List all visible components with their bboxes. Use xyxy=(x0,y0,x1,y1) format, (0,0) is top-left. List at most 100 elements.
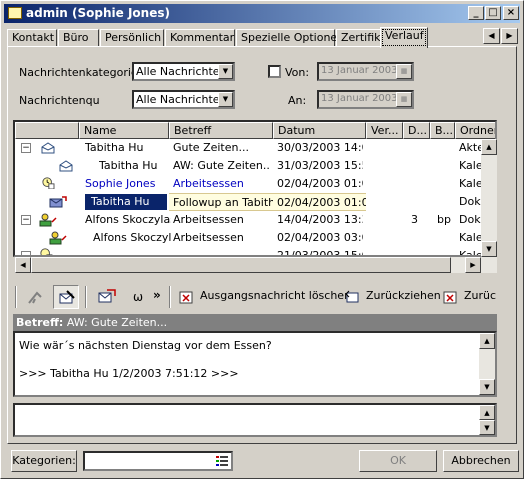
row-subject: AW: Gute Zeiten... xyxy=(173,159,271,172)
forward-mail-icon[interactable] xyxy=(97,288,117,306)
scroll-left-icon[interactable]: ◀ xyxy=(15,257,31,273)
note-scrollbar[interactable]: ▲ ▼ xyxy=(479,405,495,435)
categories-field[interactable] xyxy=(83,451,233,471)
column-header-date[interactable]: Datum xyxy=(273,122,366,139)
category-value: Alle Nachrichten xyxy=(136,65,227,78)
source-label: Nachrichtenqu xyxy=(19,94,100,107)
column-header-subject[interactable]: Betreff xyxy=(169,122,273,139)
tab-spezielle-optionen[interactable]: Spezielle Optionen xyxy=(236,29,344,47)
table-row[interactable]: − Tabitha Hu Gute Zeiten... 30/03/2003 1… xyxy=(15,139,495,157)
sent-mail-icon xyxy=(49,196,67,208)
calendar-icon[interactable]: ▦ xyxy=(396,92,412,107)
column-header-folder[interactable]: Ordner xyxy=(455,122,495,139)
row-name: Tabitha Hu xyxy=(84,193,168,211)
window-title: admin (Sophie Jones) xyxy=(26,6,170,20)
delete-outgoing-icon xyxy=(179,291,193,304)
opened-mail-icon xyxy=(59,160,73,172)
row-date: 02/04/2003 01:0 xyxy=(277,177,363,190)
chevron-down-icon[interactable]: ▼ xyxy=(218,92,233,107)
column-header-name[interactable]: Name xyxy=(79,122,169,139)
back-button[interactable]: Zurück xyxy=(461,285,497,309)
scroll-up-icon[interactable]: ▲ xyxy=(479,405,495,420)
collapse-icon[interactable]: − xyxy=(21,215,31,225)
retract-button[interactable]: Zurückziehen xyxy=(363,285,444,309)
column-header-ver[interactable]: Ver... xyxy=(366,122,403,139)
minimize-button[interactable]: _ xyxy=(468,6,484,20)
appointment-icon xyxy=(40,248,53,255)
from-date-checkbox[interactable] xyxy=(268,65,281,78)
column-header-icon[interactable] xyxy=(15,122,79,139)
row-b: bp xyxy=(437,213,451,226)
column-header-b[interactable]: B... xyxy=(430,122,455,139)
list-icon[interactable] xyxy=(216,455,228,467)
source-select[interactable]: Alle Nachrichten ▼ xyxy=(132,90,235,109)
category-select[interactable]: Alle Nachrichten ▼ xyxy=(132,62,235,81)
collapse-icon[interactable]: − xyxy=(21,143,31,153)
row-date: 02/04/2003 01:0 xyxy=(273,193,366,211)
table-row[interactable]: Sophie Jones Arbeitsessen 02/04/2003 01:… xyxy=(15,175,495,193)
tab-persoenlich[interactable]: Persönlich xyxy=(100,29,164,47)
from-label: Von: xyxy=(285,66,310,79)
scroll-down-icon[interactable]: ▼ xyxy=(479,420,495,435)
list-horizontal-scrollbar[interactable]: ◀ ▶ xyxy=(15,257,497,273)
categories-button[interactable]: Kategorien: xyxy=(11,450,77,472)
row-date: 21/03/2003 15:0 xyxy=(277,249,363,257)
toolbar-separator xyxy=(169,286,171,308)
message-body[interactable]: Wie wär´s nächsten Dienstag vor dem Esse… xyxy=(13,331,497,397)
body-scrollbar[interactable]: ▲ ▼ xyxy=(479,333,495,395)
task-sent-icon xyxy=(49,231,67,245)
toolbar-grip xyxy=(15,286,17,308)
note-field[interactable]: ▲ ▼ xyxy=(13,403,497,437)
row-name: Tabitha Hu xyxy=(99,159,158,172)
row-name: Tabitha Hu xyxy=(85,141,144,154)
row-name: Alfons Skoczylas xyxy=(85,213,171,226)
maximize-button[interactable]: □ xyxy=(485,6,501,20)
from-date-field[interactable]: 13 Januar 2003 ▦ xyxy=(317,62,414,81)
row-subject: Gute Zeiten... xyxy=(173,141,249,154)
scroll-down-icon[interactable]: ▼ xyxy=(479,379,495,395)
row-name: Sophie Jones xyxy=(85,177,156,190)
to-label: An: xyxy=(288,94,307,107)
tab-kommentar[interactable]: Kommentar xyxy=(165,29,235,47)
subject-value: AW: Gute Zeiten... xyxy=(66,316,168,329)
chevron-down-icon[interactable]: ▼ xyxy=(218,64,233,79)
tab-verlauf[interactable]: Verlauf xyxy=(380,27,428,48)
tab-buero[interactable]: Büro xyxy=(58,29,99,47)
column-header-d[interactable]: D... xyxy=(403,122,430,139)
title-bar[interactable]: admin (Sophie Jones) _ □ × xyxy=(4,4,520,23)
row-subject: Followup an Tabith xyxy=(169,193,273,211)
task-sent-icon xyxy=(39,213,57,227)
cancel-button[interactable]: Abbrechen xyxy=(443,450,519,472)
row-subject: Arbeitsessen xyxy=(173,231,244,244)
to-date-value: 13 Januar 2003 xyxy=(321,93,398,104)
more-icon[interactable]: » xyxy=(153,288,161,302)
history-list[interactable]: Name Betreff Datum Ver... D... B... Ordn… xyxy=(13,120,497,257)
tab-kontakt[interactable]: Kontakt xyxy=(7,29,57,47)
table-row[interactable]: Tabitha Hu AW: Gute Zeiten... 31/03/2003… xyxy=(15,157,495,175)
table-row[interactable]: − Alfons Skoczylas Arbeitsessen 14/04/20… xyxy=(15,211,495,229)
toggle-preview-button[interactable] xyxy=(53,285,79,309)
scroll-down-icon[interactable]: ▼ xyxy=(481,241,497,257)
action-toolbar: ω » Ausgangsnachricht löschen Zurückzieh… xyxy=(13,283,497,311)
delete-outgoing-button[interactable]: Ausgangsnachricht löschen xyxy=(197,285,354,309)
table-row[interactable]: Alfons Skoczyla Arbeitsessen 02/04/2003 … xyxy=(15,229,495,247)
tab-scroll-right[interactable]: ▶ xyxy=(501,28,518,44)
scroll-right-icon[interactable]: ▶ xyxy=(465,257,481,273)
control-icon[interactable]: ω xyxy=(133,290,143,304)
reply-icon[interactable] xyxy=(27,289,45,305)
from-date-value: 13 Januar 2003 xyxy=(321,65,398,76)
category-label: Nachrichtenkategorie: xyxy=(19,66,142,79)
close-button[interactable]: × xyxy=(503,6,519,20)
row-subject: Arbeitsessen xyxy=(173,177,244,190)
scroll-up-icon[interactable]: ▲ xyxy=(481,139,497,155)
ok-button[interactable]: OK xyxy=(359,450,437,472)
scroll-up-icon[interactable]: ▲ xyxy=(479,333,495,349)
scroll-thumb[interactable] xyxy=(31,257,451,273)
list-vertical-scrollbar[interactable]: ▲ ▼ xyxy=(481,139,497,257)
row-date: 14/04/2003 13:3 xyxy=(277,213,363,226)
calendar-icon[interactable]: ▦ xyxy=(396,64,412,79)
to-date-field[interactable]: 13 Januar 2003 ▦ xyxy=(317,90,414,109)
table-row[interactable]: Tabitha Hu Followup an Tabith 02/04/2003… xyxy=(15,193,495,211)
tab-scroll-left[interactable]: ◀ xyxy=(483,28,500,44)
table-row[interactable]: 21/03/2003 15:0 Kalende xyxy=(15,247,495,257)
